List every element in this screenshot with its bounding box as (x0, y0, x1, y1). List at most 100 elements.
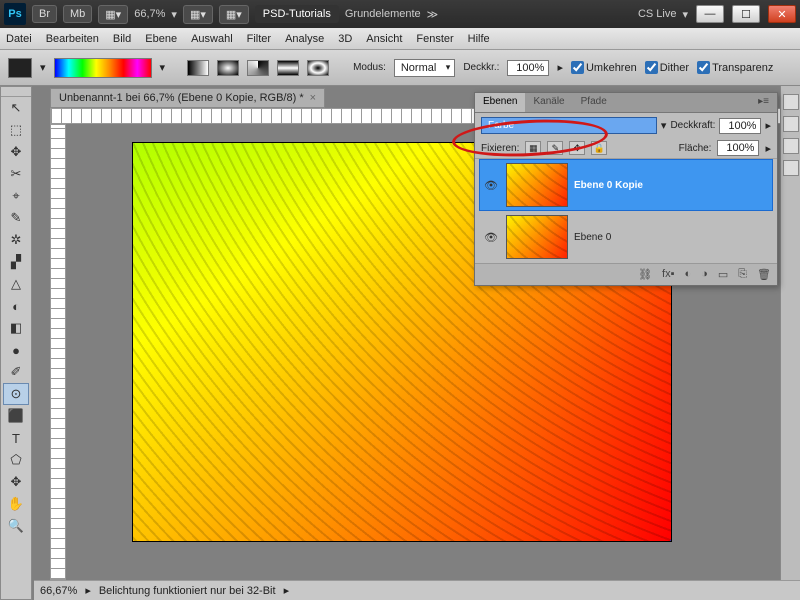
dock-icon[interactable] (783, 160, 799, 176)
menu-analyse[interactable]: Analyse (285, 33, 324, 45)
tool-7[interactable]: ▞ (3, 251, 29, 273)
lock-all-icon[interactable]: 🔒 (591, 141, 607, 155)
angle-gradient-icon[interactable] (247, 60, 269, 76)
dither-checkbox[interactable]: Dither (645, 61, 689, 74)
menu-datei[interactable]: Datei (6, 33, 32, 45)
tool-1[interactable]: ⬚ (3, 119, 29, 141)
ruler-vertical[interactable] (50, 124, 66, 580)
visibility-icon[interactable]: 👁 (482, 176, 500, 194)
lock-paint-icon[interactable]: ✎ (547, 141, 563, 155)
cslive-button[interactable]: CS Live (638, 8, 677, 20)
tool-2[interactable]: ✥ (3, 141, 29, 163)
tool-18[interactable]: ✋ (3, 493, 29, 515)
menu-ebene[interactable]: Ebene (145, 33, 177, 45)
menu-filter[interactable]: Filter (247, 33, 271, 45)
reflected-gradient-icon[interactable] (277, 60, 299, 76)
tool-14[interactable]: ⬛ (3, 405, 29, 427)
lock-move-icon[interactable]: ✥ (569, 141, 585, 155)
ps-logo: Ps (4, 3, 26, 25)
chevron-icon[interactable]: ≫ (427, 8, 439, 21)
maximize-button[interactable]: ☐ (732, 5, 760, 23)
panel-opacity-value[interactable]: 100% (719, 118, 761, 134)
reverse-checkbox[interactable]: Umkehren (571, 61, 637, 74)
adjustment-icon[interactable]: ◑ (701, 268, 708, 281)
link-layers-icon[interactable]: ⛓ (638, 268, 652, 281)
dock-icon[interactable] (783, 138, 799, 154)
status-zoom[interactable]: 66,67% (40, 585, 77, 597)
menu-hilfe[interactable]: Hilfe (468, 33, 490, 45)
tool-5[interactable]: ✎ (3, 207, 29, 229)
tool-0[interactable]: ↖ (3, 97, 29, 119)
fx-icon[interactable]: fx▪ (662, 268, 674, 281)
opacity-label: Deckkr.: (463, 62, 499, 73)
layer-row[interactable]: 👁 Ebene 0 Kopie (479, 159, 773, 211)
tool-11[interactable]: ● (3, 339, 29, 361)
layer-thumbnail[interactable] (506, 215, 568, 259)
transparency-checkbox[interactable]: Transparenz (697, 61, 773, 74)
panel-menu-icon[interactable]: ▸≡ (750, 93, 777, 112)
close-tab-icon[interactable]: × (310, 92, 316, 104)
panel-footer: ⛓ fx▪ ◐ ◑ ▭ ⎘ 🗑 (475, 263, 777, 285)
new-layer-icon[interactable]: ⎘ (738, 268, 747, 281)
tool-8[interactable]: △ (3, 273, 29, 295)
tool-17[interactable]: ✥ (3, 471, 29, 493)
tool-10[interactable]: ◧ (3, 317, 29, 339)
gradient-preview[interactable] (54, 58, 152, 78)
tool-19[interactable]: 🔍 (3, 515, 29, 537)
tab-pfade[interactable]: Pfade (573, 93, 615, 112)
mask-icon[interactable]: ◐ (685, 268, 692, 281)
tool-3[interactable]: ✂ (3, 163, 29, 185)
document-tab[interactable]: Unbenannt-1 bei 66,7% (Ebene 0 Kopie, RG… (50, 88, 325, 108)
toolbox: ↖⬚✥✂⌖✎✲▞△◐◧●✐⊙⬛T⬠✥✋🔍 (0, 86, 32, 600)
group-icon[interactable]: ▭ (718, 268, 728, 281)
minimize-button[interactable]: — (696, 5, 724, 23)
layer-thumbnail[interactable] (506, 163, 568, 207)
delete-icon[interactable]: 🗑 (757, 268, 771, 281)
tool-12[interactable]: ✐ (3, 361, 29, 383)
layer-name[interactable]: Ebene 0 (574, 232, 611, 243)
status-bar: 66,67% ▸ Belichtung funktioniert nur bei… (34, 580, 800, 600)
menu-fenster[interactable]: Fenster (416, 33, 453, 45)
menu-3d[interactable]: 3D (338, 33, 352, 45)
dock-icon[interactable] (783, 116, 799, 132)
tool-4[interactable]: ⌖ (3, 185, 29, 207)
tool-9[interactable]: ◐ (3, 295, 29, 317)
dock-icon[interactable] (783, 94, 799, 110)
fill-value[interactable]: 100% (717, 140, 759, 156)
tab-kanaele[interactable]: Kanäle (525, 93, 572, 112)
visibility-icon[interactable]: 👁 (482, 228, 500, 246)
zoom-level[interactable]: 66,7% (134, 8, 165, 20)
tool-13[interactable]: ⊙ (3, 383, 29, 405)
tool-15[interactable]: T (3, 427, 29, 449)
options-bar: ▾ ▾ Modus: Normal Deckkr.: 100%▸ Umkehre… (0, 50, 800, 86)
diamond-gradient-icon[interactable] (307, 60, 329, 76)
tab-ebenen[interactable]: Ebenen (475, 93, 525, 112)
panel-opacity-label: Deckkraft: (670, 120, 715, 131)
viewextras-button[interactable]: ▦▾ (183, 5, 213, 24)
tool-16[interactable]: ⬠ (3, 449, 29, 471)
lock-transparent-icon[interactable]: ▦ (525, 141, 541, 155)
gradient-tool-icon[interactable] (8, 58, 32, 78)
radial-gradient-icon[interactable] (217, 60, 239, 76)
opacity-value[interactable]: 100% (507, 60, 549, 76)
layer-name[interactable]: Ebene 0 Kopie (574, 180, 643, 191)
linear-gradient-icon[interactable] (187, 60, 209, 76)
bridge-button[interactable]: Br (32, 5, 57, 23)
status-message: Belichtung funktioniert nur bei 32-Bit (99, 585, 276, 597)
menu-auswahl[interactable]: Auswahl (191, 33, 233, 45)
menu-bild[interactable]: Bild (113, 33, 131, 45)
minibridge-button[interactable]: Mb (63, 5, 92, 23)
screenmode-button[interactable]: ▦▾ (98, 5, 128, 24)
workspace-tag-2[interactable]: Grundelemente (345, 8, 421, 20)
blend-mode-select[interactable]: Farbe (481, 117, 657, 134)
mode-select[interactable]: Normal (394, 59, 455, 77)
arrange-button[interactable]: ▦▾ (219, 5, 249, 24)
layers-panel: Ebenen Kanäle Pfade ▸≡ Farbe▾ Deckkraft:… (474, 92, 778, 286)
layer-row[interactable]: 👁 Ebene 0 (479, 211, 773, 263)
panel-dock (780, 86, 800, 600)
tool-6[interactable]: ✲ (3, 229, 29, 251)
close-button[interactable]: ✕ (768, 5, 796, 23)
workspace-tag-1[interactable]: PSD-Tutorials (255, 5, 339, 23)
menu-bearbeiten[interactable]: Bearbeiten (46, 33, 99, 45)
menu-ansicht[interactable]: Ansicht (366, 33, 402, 45)
